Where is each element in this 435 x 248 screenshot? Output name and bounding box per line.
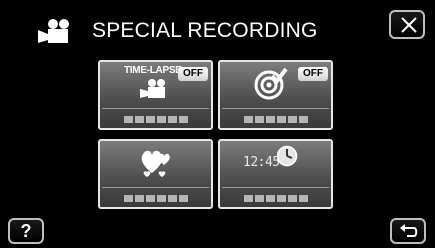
- tile-caption-placeholder: [220, 116, 331, 123]
- back-button[interactable]: [390, 218, 426, 244]
- tile-caption-placeholder: [100, 116, 211, 123]
- tile-divider: [222, 187, 329, 188]
- movie-camera-icon: [38, 19, 69, 43]
- page-title: SPECIAL RECORDING: [92, 19, 318, 42]
- target-check-icon: [254, 67, 288, 100]
- status-badge: OFF: [298, 67, 328, 81]
- header-bar: SPECIAL RECORDING: [8, 12, 428, 50]
- clock-digits: 12:45: [243, 155, 280, 170]
- hearts-icon: [141, 150, 170, 177]
- tile-caption-placeholder: [100, 195, 211, 202]
- return-arrow-icon: [400, 224, 418, 237]
- status-badge: OFF: [178, 67, 208, 81]
- clock-icon: [276, 145, 298, 167]
- close-button[interactable]: [389, 10, 425, 39]
- tile-auto-rec[interactable]: OFF: [218, 60, 333, 130]
- tile-caption-placeholder: [220, 195, 331, 202]
- tile-effect-animation[interactable]: [98, 139, 213, 209]
- tile-date-time-recording[interactable]: 12:45: [218, 139, 333, 209]
- close-icon: [401, 17, 417, 33]
- tile-divider: [222, 108, 329, 109]
- time-lapse-camera-icon: [140, 79, 165, 98]
- help-button[interactable]: ?: [8, 218, 44, 244]
- tile-divider: [102, 187, 209, 188]
- tile-divider: [102, 108, 209, 109]
- time-lapse-label: TIME-LAPSE: [124, 65, 182, 76]
- tile-time-lapse[interactable]: TIME-LAPSE OFF: [98, 60, 213, 130]
